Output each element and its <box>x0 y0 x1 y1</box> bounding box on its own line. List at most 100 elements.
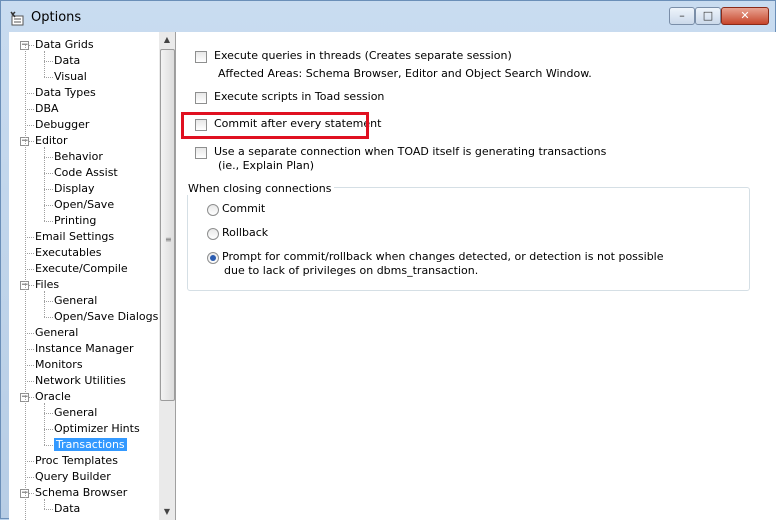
tree-item-label: Execute/Compile <box>35 262 128 275</box>
highlight-annotation-box <box>181 112 369 139</box>
threads-label[interactable]: Execute queries in threads (Creates sepa… <box>214 49 512 62</box>
tree-item[interactable]: Open/Save <box>54 197 114 213</box>
tree-item[interactable]: Files <box>35 277 59 293</box>
tree-connector <box>44 317 53 318</box>
tree-item[interactable]: Behavior <box>54 149 103 165</box>
tree-item-label: General <box>54 406 98 419</box>
tree-item[interactable]: Transactions <box>54 437 127 453</box>
tree-item-label: Data Grids <box>35 38 94 51</box>
tree-item-label: Visual <box>54 70 87 83</box>
tree-item-label: Files <box>35 278 60 291</box>
tree-item[interactable]: Debugger <box>35 117 89 133</box>
maximize-button[interactable]: □ <box>695 7 721 25</box>
close-button[interactable]: ✕ <box>721 7 769 25</box>
tree-item[interactable]: General <box>35 325 78 341</box>
tree-item[interactable]: Email Settings <box>35 229 114 245</box>
toad-session-checkbox[interactable] <box>195 92 207 104</box>
tree-item[interactable]: Network Utilities <box>35 373 126 389</box>
tree-item-label: Optimizer Hints <box>54 422 140 435</box>
tree-connector <box>25 109 34 110</box>
dialog-client: − Data Grids Data Visual Data Types DBA Debugg… <box>9 32 776 520</box>
tree-item[interactable]: Proc Templates <box>35 453 118 469</box>
tree-connector <box>44 429 53 430</box>
tree-item[interactable]: Optimizer Hints <box>54 421 140 437</box>
tree-item[interactable]: Open/Save Dialogs <box>54 309 158 325</box>
tree-item[interactable]: Schema Browser <box>35 485 127 501</box>
tree-connector <box>25 125 34 126</box>
closing-connections-label: When closing connections <box>186 182 334 195</box>
tree-item[interactable]: General <box>54 405 97 421</box>
tree-connector <box>44 205 53 206</box>
tree-item-label: Transactions <box>54 438 127 451</box>
options-window: Options – □ ✕ − Data Grids Data Visual Data … <box>0 0 776 520</box>
tree-item-label: Display <box>54 182 95 195</box>
tree-trunk <box>25 45 26 520</box>
tree-item-label: Editor <box>35 134 68 147</box>
tree-item[interactable]: Display <box>54 181 95 197</box>
tree-scrollbar[interactable]: ▲ ≡ ▼ <box>159 32 176 520</box>
separate-connection-label[interactable]: Use a separate connection when TOAD itse… <box>214 145 606 158</box>
tree-item-label: General <box>35 326 79 339</box>
tree-connector <box>25 349 34 350</box>
tree-item[interactable]: Printing <box>54 213 96 229</box>
tree-item-label: Monitors <box>35 358 83 371</box>
tree-item[interactable]: Editor <box>35 133 68 149</box>
tree-item-label: DBA <box>35 102 59 115</box>
tree-item[interactable]: General <box>54 293 97 309</box>
tree-item-label: Schema Browser <box>35 486 128 499</box>
threads-checkbox[interactable] <box>195 51 207 63</box>
tree-item-label: Instance Manager <box>35 342 134 355</box>
tree-item[interactable]: Data <box>54 501 80 517</box>
tree-item[interactable]: Oracle <box>35 389 71 405</box>
tree-item[interactable]: Visual <box>54 69 87 85</box>
prompt-radio-label[interactable]: Prompt for commit/rollback when changes … <box>222 250 664 263</box>
prompt-radio[interactable] <box>207 252 219 264</box>
tree-item[interactable]: Monitors <box>35 357 83 373</box>
commit-radio[interactable] <box>207 204 219 216</box>
tree-connector <box>44 189 53 190</box>
tree-item[interactable]: Data <box>54 53 80 69</box>
toad-session-label[interactable]: Execute scripts in Toad session <box>214 90 384 103</box>
transactions-panel: Execute queries in threads (Creates sepa… <box>176 32 776 520</box>
tree-item[interactable]: Execute/Compile <box>35 261 128 277</box>
scroll-up-icon[interactable]: ▲ <box>159 32 175 48</box>
tree-branch <box>44 291 45 317</box>
minimize-button[interactable]: – <box>669 7 695 25</box>
tree-connector <box>25 269 34 270</box>
tree-item-label: Data <box>54 54 81 67</box>
tree-item[interactable]: Instance Manager <box>35 341 134 357</box>
window-title: Options <box>31 10 82 25</box>
tree-connector <box>25 365 34 366</box>
scroll-down-icon[interactable]: ▼ <box>159 504 175 520</box>
tree-item-label: Printing <box>54 214 97 227</box>
title-bar[interactable]: Options – □ ✕ <box>1 1 776 33</box>
tree-item[interactable]: Code Assist <box>54 165 118 181</box>
tree-item-label: Proc Templates <box>35 454 118 467</box>
tree-item[interactable]: Data Types <box>35 85 96 101</box>
tree-item-label: Data Types <box>35 86 96 99</box>
rollback-radio-label[interactable]: Rollback <box>222 226 268 239</box>
tree-item[interactable]: Executables <box>35 245 102 261</box>
tree-connector <box>25 253 34 254</box>
tree-item-label: Oracle <box>35 390 71 403</box>
tree-connector <box>44 413 53 414</box>
tree-item-label: Debugger <box>35 118 90 131</box>
tree-connector <box>44 77 53 78</box>
tree-item-label: Query Builder <box>35 470 111 483</box>
tree-branch <box>44 51 45 77</box>
scroll-thumb[interactable]: ≡ <box>160 49 175 401</box>
separate-connection-checkbox[interactable] <box>195 147 207 159</box>
rollback-radio[interactable] <box>207 228 219 240</box>
tree-item-label: Email Settings <box>35 230 115 243</box>
options-tree[interactable]: − Data Grids Data Visual Data Types DBA Debugg… <box>9 32 160 520</box>
tree-item-label: Executables <box>35 246 102 259</box>
tree-item-label: Open/Save <box>54 198 115 211</box>
tree-connector <box>44 301 53 302</box>
tree-item[interactable]: DBA <box>35 101 59 117</box>
tree-item[interactable]: Query Builder <box>35 469 111 485</box>
tree-branch <box>44 147 45 221</box>
tree-connector <box>25 461 34 462</box>
tree-connector <box>25 237 34 238</box>
grip-icon: ≡ <box>165 235 172 244</box>
commit-radio-label[interactable]: Commit <box>222 202 265 215</box>
